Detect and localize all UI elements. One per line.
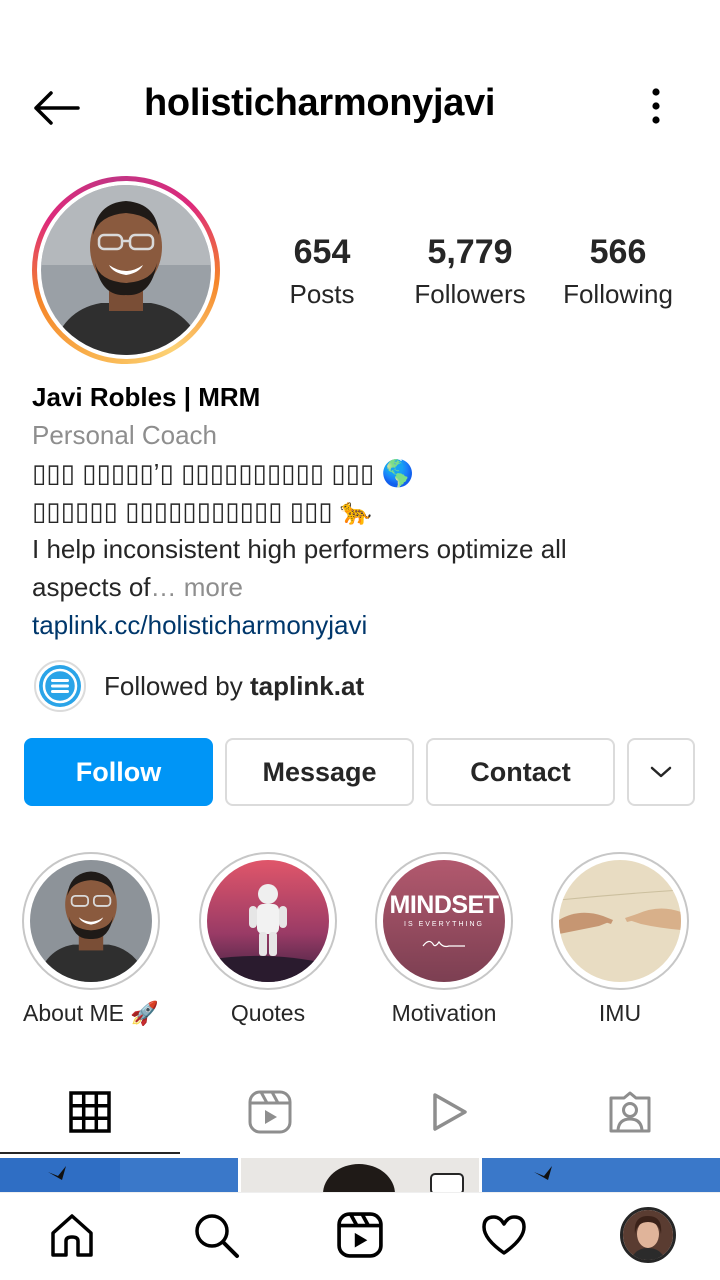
contact-button[interactable]: Contact: [426, 738, 615, 806]
chevron-down-icon: [650, 766, 672, 778]
post-thumbnail[interactable]: [241, 1158, 479, 1194]
mindset-text: MINDSET: [389, 890, 500, 919]
home-icon[interactable]: [42, 1205, 102, 1265]
own-profile-tab[interactable]: [618, 1205, 678, 1265]
follow-button[interactable]: Follow: [24, 738, 213, 806]
posts-count: 654: [293, 233, 351, 271]
following-stat[interactable]: 566 Following: [554, 232, 682, 312]
highlight-quotes[interactable]: Quotes: [198, 852, 338, 1028]
followed-by-prefix: Followed by: [104, 670, 250, 701]
more-vertical-icon[interactable]: [640, 86, 672, 126]
highlight-about-me[interactable]: About ME 🚀: [21, 852, 161, 1028]
posts-label: Posts: [289, 279, 355, 309]
highlight-imu[interactable]: IMU: [550, 852, 690, 1028]
highlight-quotes-label: Quotes: [230, 1000, 306, 1026]
bio-line-2-text: ▯▯▯▯▯▯ ▯▯▯▯▯▯▯▯▯▯▯ ▯▯▯: [32, 496, 333, 526]
play-icon: [433, 1093, 467, 1131]
taplink-avatar-icon: [34, 660, 86, 712]
highlight-imu-label: IMU: [598, 1000, 642, 1026]
bio-website-link[interactable]: taplink.cc/holisticharmonyjavi: [32, 606, 692, 644]
tagged-person-icon: [609, 1091, 651, 1133]
globe-emoji: 🌎: [381, 458, 414, 488]
bottom-navigation: [0, 1192, 720, 1280]
posts-stat[interactable]: 654 Posts: [276, 232, 368, 312]
bio-line-1-text: ▯▯▯ ▯▯▯▯▯’▯ ▯▯▯▯▯▯▯▯▯▯ ▯▯▯: [32, 458, 375, 488]
message-button[interactable]: Message: [225, 738, 414, 806]
active-tab-indicator: [0, 1152, 180, 1154]
profile-category: Personal Coach: [32, 420, 217, 450]
bio-line-1: ▯▯▯ ▯▯▯▯▯’▯ ▯▯▯▯▯▯▯▯▯▯ ▯▯▯ 🌎: [32, 454, 692, 492]
tab-posts-grid[interactable]: [0, 1072, 180, 1152]
reels-nav-icon[interactable]: [330, 1205, 390, 1265]
bio-line-4-text: aspects of: [32, 572, 151, 602]
followed-by[interactable]: Followed by taplink.at: [34, 660, 364, 712]
followers-count: 5,779: [427, 233, 513, 271]
top-bar: holisticharmonyjavi: [0, 68, 720, 144]
bio-line-2: ▯▯▯▯▯▯ ▯▯▯▯▯▯▯▯▯▯▯ ▯▯▯ 🐆: [32, 492, 692, 530]
heart-icon[interactable]: [474, 1205, 534, 1265]
grid-icon: [69, 1091, 111, 1133]
more-link[interactable]: … more: [151, 572, 243, 602]
profile-photo: [41, 185, 211, 355]
tab-tagged[interactable]: [540, 1072, 720, 1152]
leopard-emoji: 🐆: [339, 496, 373, 526]
own-profile-avatar: [620, 1207, 676, 1263]
bio-line-4: aspects of… more: [32, 568, 692, 606]
highlight-about-me-cover: [30, 860, 152, 982]
profile-avatar[interactable]: [32, 176, 220, 364]
back-arrow-icon[interactable]: [30, 88, 82, 128]
followed-by-account[interactable]: taplink.at: [250, 671, 364, 701]
suggested-accounts-button[interactable]: [627, 738, 695, 806]
highlight-quotes-cover: [207, 860, 329, 982]
tab-videos[interactable]: [360, 1072, 540, 1152]
following-count: 566: [589, 233, 647, 271]
highlight-imu-cover: [559, 860, 681, 982]
display-name: Javi Robles | MRM: [32, 382, 261, 412]
post-thumbnail[interactable]: [0, 1158, 238, 1194]
bio-line-3: I help inconsistent high performers opti…: [32, 534, 567, 564]
highlight-about-me-label: About ME 🚀: [22, 1000, 160, 1026]
signature-icon: [422, 940, 465, 947]
mindset-subtext: IS EVERYTHING: [404, 920, 484, 928]
profile-bio: Javi Robles | MRM Personal Coach ▯▯▯ ▯▯▯…: [32, 378, 692, 644]
followers-label: Followers: [414, 279, 526, 309]
tab-reels[interactable]: [180, 1072, 360, 1152]
reels-icon: [248, 1090, 292, 1134]
following-label: Following: [563, 279, 673, 309]
posts-grid: [0, 1158, 720, 1194]
highlight-motivation-label: Motivation: [391, 1000, 497, 1026]
profile-username: holisticharmonyjavi: [144, 82, 496, 124]
followed-by-text: Followed by taplink.at: [104, 671, 364, 702]
post-thumbnail[interactable]: [482, 1158, 720, 1194]
profile-content-tabs: [0, 1072, 720, 1156]
highlight-motivation-cover: MINDSET IS EVERYTHING: [383, 860, 505, 982]
followers-stat[interactable]: 5,779 Followers: [406, 232, 534, 312]
highlight-motivation[interactable]: MINDSET IS EVERYTHING Motivation: [374, 852, 514, 1028]
search-icon[interactable]: [186, 1205, 246, 1265]
